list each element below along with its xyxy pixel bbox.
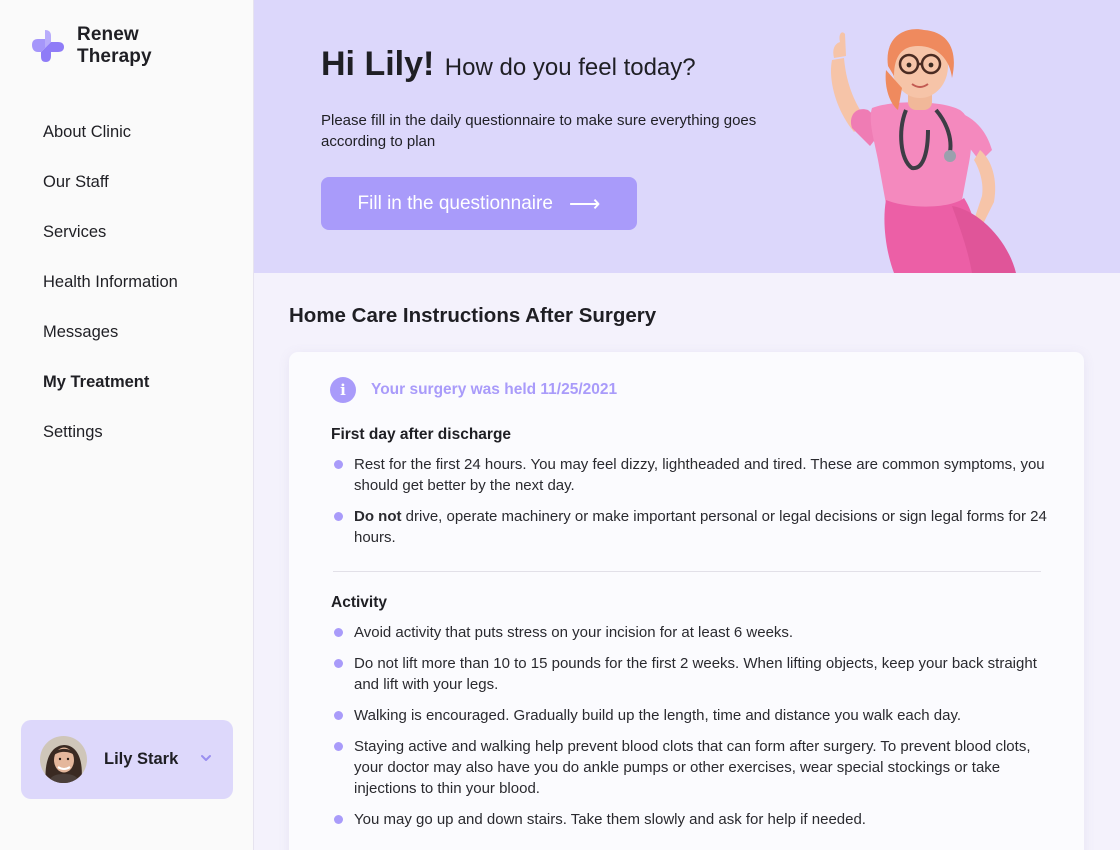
app-root: Renew Therapy About Clinic Our Staff Ser… <box>0 0 1120 850</box>
list-item: Rest for the first 24 hours. You may fee… <box>331 454 1051 496</box>
first-day-list: Rest for the first 24 hours. You may fee… <box>331 454 1051 548</box>
list-item: You may go up and down stairs. Take them… <box>331 809 1051 830</box>
fill-questionnaire-button[interactable]: Fill in the questionnaire ⟶ <box>321 177 637 230</box>
list-item: Staying active and walking help prevent … <box>331 736 1051 799</box>
list-item: Do not lift more than 10 to 15 pounds fo… <box>331 653 1051 695</box>
user-menu[interactable]: Lily Stark <box>21 720 233 799</box>
hero-description: Please fill in the daily questionnaire t… <box>321 112 757 150</box>
instructions-card: i Your surgery was held 11/25/2021 First… <box>289 352 1084 850</box>
main-content: Hi Lily! How do you feel today? Please f… <box>254 0 1120 850</box>
hero-banner: Hi Lily! How do you feel today? Please f… <box>254 0 1120 273</box>
sidebar-item-my-treatment[interactable]: My Treatment <box>43 368 178 418</box>
brand[interactable]: Renew Therapy <box>30 24 152 68</box>
sidebar-nav: About Clinic Our Staff Services Health I… <box>43 118 178 468</box>
doctor-illustration <box>830 29 1016 273</box>
sidebar-item-settings[interactable]: Settings <box>43 418 178 468</box>
list-item-emphasis: Do not <box>354 508 402 525</box>
page-title: Home Care Instructions After Surgery <box>289 304 657 327</box>
sidebar-item-health-information[interactable]: Health Information <box>43 268 178 318</box>
list-item: Walking is encouraged. Gradually build u… <box>331 705 1051 726</box>
surgery-info: i Your surgery was held 11/25/2021 <box>330 377 617 403</box>
brand-name-line1: Renew <box>77 24 139 45</box>
list-item: Avoid activity that puts stress on your … <box>331 622 1051 643</box>
sidebar-item-about-clinic[interactable]: About Clinic <box>43 118 178 168</box>
hero-greeting: Hi Lily! How do you feel today? <box>321 45 696 84</box>
avatar <box>40 736 87 783</box>
info-icon: i <box>330 377 356 403</box>
list-item: Do not drive, operate machinery or make … <box>331 506 1051 548</box>
arrow-right-icon: ⟶ <box>568 190 601 216</box>
brand-name: Renew Therapy <box>77 24 152 68</box>
user-name: Lily Stark <box>104 750 179 768</box>
first-day-heading: First day after discharge <box>331 426 512 443</box>
activity-heading: Activity <box>331 594 387 611</box>
activity-section: Activity Avoid activity that puts stress… <box>331 594 1051 840</box>
list-item-text: drive, operate machinery or make importa… <box>354 508 1047 546</box>
sidebar-item-services[interactable]: Services <box>43 218 178 268</box>
sidebar-item-messages[interactable]: Messages <box>43 318 178 368</box>
first-day-section: First day after discharge Rest for the f… <box>331 426 1051 558</box>
greeting-title: Hi Lily! <box>321 45 435 83</box>
section-divider <box>333 571 1041 572</box>
sidebar: Renew Therapy About Clinic Our Staff Ser… <box>0 0 254 850</box>
surgery-date-text: Your surgery was held 11/25/2021 <box>371 381 618 398</box>
brand-name-line2: Therapy <box>77 46 152 67</box>
greeting-question: How do you feel today? <box>444 54 696 81</box>
activity-list: Avoid activity that puts stress on your … <box>331 622 1051 830</box>
sidebar-item-our-staff[interactable]: Our Staff <box>43 168 178 218</box>
plus-logo-icon <box>32 30 64 62</box>
chevron-down-icon[interactable] <box>199 751 213 765</box>
cta-label: Fill in the questionnaire <box>357 192 553 214</box>
